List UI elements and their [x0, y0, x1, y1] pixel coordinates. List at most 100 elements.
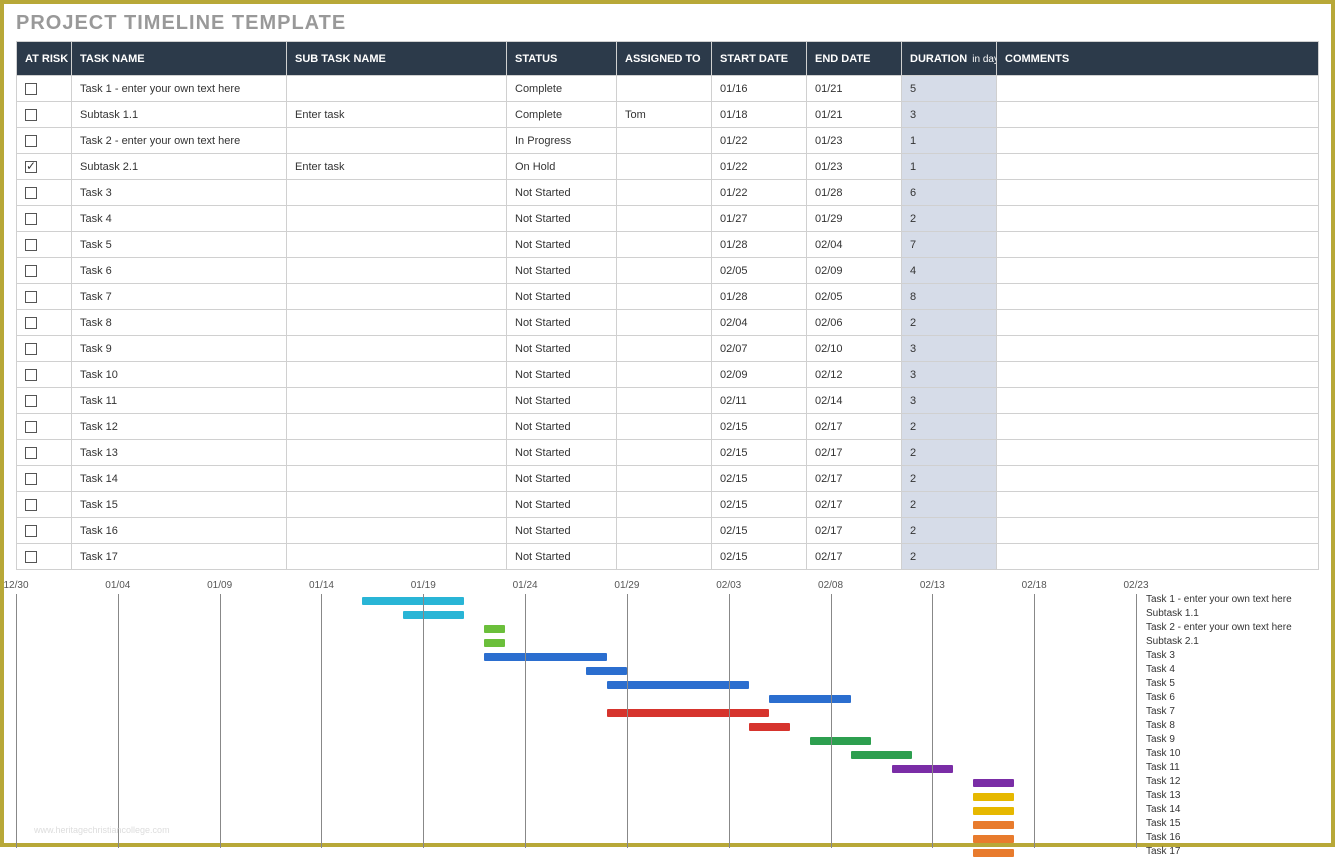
status-cell[interactable]: Not Started	[507, 466, 617, 492]
duration-cell[interactable]: 2	[902, 544, 997, 570]
status-cell[interactable]: Not Started	[507, 336, 617, 362]
start-date-cell[interactable]: 02/07	[712, 336, 807, 362]
duration-cell[interactable]: 7	[902, 232, 997, 258]
start-date-cell[interactable]: 02/15	[712, 414, 807, 440]
task-name-cell[interactable]: Task 17	[72, 544, 287, 570]
status-cell[interactable]: Complete	[507, 102, 617, 128]
status-cell[interactable]: In Progress	[507, 128, 617, 154]
end-date-cell[interactable]: 01/21	[807, 102, 902, 128]
assigned-cell[interactable]	[617, 388, 712, 414]
task-name-cell[interactable]: Task 7	[72, 284, 287, 310]
task-name-cell[interactable]: Task 6	[72, 258, 287, 284]
start-date-cell[interactable]: 01/22	[712, 180, 807, 206]
sub-task-cell[interactable]	[287, 492, 507, 518]
assigned-cell[interactable]	[617, 310, 712, 336]
comments-cell[interactable]	[997, 388, 1319, 414]
status-cell[interactable]: Not Started	[507, 232, 617, 258]
start-date-cell[interactable]: 02/15	[712, 440, 807, 466]
duration-cell[interactable]: 3	[902, 336, 997, 362]
status-cell[interactable]: Not Started	[507, 518, 617, 544]
start-date-cell[interactable]: 02/15	[712, 466, 807, 492]
at-risk-checkbox[interactable]	[25, 161, 37, 173]
comments-cell[interactable]	[997, 232, 1319, 258]
status-cell[interactable]: On Hold	[507, 154, 617, 180]
comments-cell[interactable]	[997, 258, 1319, 284]
at-risk-checkbox[interactable]	[25, 213, 37, 225]
comments-cell[interactable]	[997, 102, 1319, 128]
status-cell[interactable]: Not Started	[507, 310, 617, 336]
start-date-cell[interactable]: 02/15	[712, 518, 807, 544]
duration-cell[interactable]: 2	[902, 518, 997, 544]
comments-cell[interactable]	[997, 206, 1319, 232]
comments-cell[interactable]	[997, 180, 1319, 206]
at-risk-checkbox[interactable]	[25, 317, 37, 329]
assigned-cell[interactable]	[617, 414, 712, 440]
sub-task-cell[interactable]: Enter task	[287, 102, 507, 128]
start-date-cell[interactable]: 02/04	[712, 310, 807, 336]
status-cell[interactable]: Not Started	[507, 258, 617, 284]
task-name-cell[interactable]: Subtask 2.1	[72, 154, 287, 180]
duration-cell[interactable]: 2	[902, 440, 997, 466]
start-date-cell[interactable]: 01/22	[712, 154, 807, 180]
comments-cell[interactable]	[997, 544, 1319, 570]
sub-task-cell[interactable]	[287, 440, 507, 466]
end-date-cell[interactable]: 02/17	[807, 414, 902, 440]
duration-cell[interactable]: 5	[902, 76, 997, 102]
assigned-cell[interactable]	[617, 258, 712, 284]
assigned-cell[interactable]	[617, 336, 712, 362]
sub-task-cell[interactable]	[287, 414, 507, 440]
task-name-cell[interactable]: Task 5	[72, 232, 287, 258]
end-date-cell[interactable]: 02/17	[807, 544, 902, 570]
task-name-cell[interactable]: Task 4	[72, 206, 287, 232]
sub-task-cell[interactable]: Enter task	[287, 154, 507, 180]
end-date-cell[interactable]: 02/17	[807, 518, 902, 544]
task-name-cell[interactable]: Task 2 - enter your own text here	[72, 128, 287, 154]
duration-cell[interactable]: 4	[902, 258, 997, 284]
assigned-cell[interactable]: Tom	[617, 102, 712, 128]
end-date-cell[interactable]: 01/23	[807, 154, 902, 180]
assigned-cell[interactable]	[617, 544, 712, 570]
end-date-cell[interactable]: 02/09	[807, 258, 902, 284]
status-cell[interactable]: Not Started	[507, 206, 617, 232]
assigned-cell[interactable]	[617, 518, 712, 544]
comments-cell[interactable]	[997, 76, 1319, 102]
comments-cell[interactable]	[997, 310, 1319, 336]
assigned-cell[interactable]	[617, 466, 712, 492]
start-date-cell[interactable]: 01/18	[712, 102, 807, 128]
task-name-cell[interactable]: Task 8	[72, 310, 287, 336]
task-name-cell[interactable]: Subtask 1.1	[72, 102, 287, 128]
sub-task-cell[interactable]	[287, 518, 507, 544]
sub-task-cell[interactable]	[287, 310, 507, 336]
task-name-cell[interactable]: Task 11	[72, 388, 287, 414]
assigned-cell[interactable]	[617, 232, 712, 258]
start-date-cell[interactable]: 01/28	[712, 232, 807, 258]
status-cell[interactable]: Not Started	[507, 414, 617, 440]
task-name-cell[interactable]: Task 12	[72, 414, 287, 440]
sub-task-cell[interactable]	[287, 206, 507, 232]
at-risk-checkbox[interactable]	[25, 395, 37, 407]
duration-cell[interactable]: 6	[902, 180, 997, 206]
assigned-cell[interactable]	[617, 284, 712, 310]
assigned-cell[interactable]	[617, 128, 712, 154]
at-risk-checkbox[interactable]	[25, 421, 37, 433]
sub-task-cell[interactable]	[287, 544, 507, 570]
start-date-cell[interactable]: 01/16	[712, 76, 807, 102]
sub-task-cell[interactable]	[287, 466, 507, 492]
comments-cell[interactable]	[997, 440, 1319, 466]
start-date-cell[interactable]: 02/05	[712, 258, 807, 284]
status-cell[interactable]: Not Started	[507, 284, 617, 310]
task-name-cell[interactable]: Task 13	[72, 440, 287, 466]
comments-cell[interactable]	[997, 492, 1319, 518]
task-name-cell[interactable]: Task 1 - enter your own text here	[72, 76, 287, 102]
start-date-cell[interactable]: 02/11	[712, 388, 807, 414]
end-date-cell[interactable]: 02/06	[807, 310, 902, 336]
task-name-cell[interactable]: Task 3	[72, 180, 287, 206]
status-cell[interactable]: Not Started	[507, 180, 617, 206]
duration-cell[interactable]: 2	[902, 492, 997, 518]
start-date-cell[interactable]: 01/27	[712, 206, 807, 232]
at-risk-checkbox[interactable]	[25, 239, 37, 251]
assigned-cell[interactable]	[617, 440, 712, 466]
duration-cell[interactable]: 3	[902, 102, 997, 128]
at-risk-checkbox[interactable]	[25, 109, 37, 121]
sub-task-cell[interactable]	[287, 362, 507, 388]
